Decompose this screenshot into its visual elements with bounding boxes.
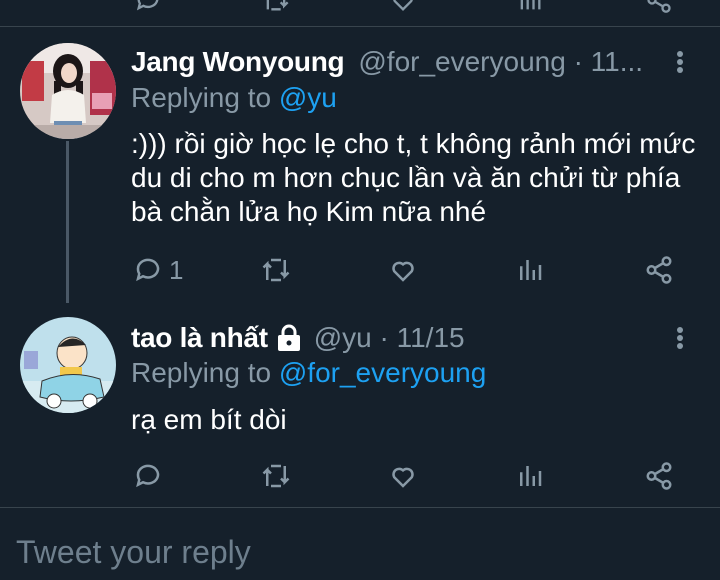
like-button[interactable] bbox=[388, 253, 418, 287]
replying-prefix: Replying to bbox=[131, 357, 279, 388]
like-button[interactable] bbox=[388, 459, 418, 493]
previous-tweet-actions bbox=[0, 0, 720, 20]
reply-button[interactable]: 1 bbox=[133, 253, 183, 287]
mention-link[interactable]: @yu bbox=[279, 82, 337, 113]
like-icon bbox=[392, 261, 414, 282]
share-button[interactable] bbox=[644, 253, 674, 287]
retweet-button[interactable] bbox=[261, 459, 291, 493]
share-icon[interactable] bbox=[645, 0, 673, 14]
display-name[interactable]: Jang Wonyoung bbox=[131, 46, 345, 78]
like-icon[interactable] bbox=[389, 0, 417, 14]
reply-button[interactable] bbox=[133, 459, 163, 493]
reply-icon bbox=[136, 258, 160, 282]
retweet-icon bbox=[262, 258, 290, 282]
handle-and-time[interactable]: @for_everyoung · 11... bbox=[358, 46, 643, 78]
tweet-1[interactable]: Jang Wonyoung @for_everyoung · 11... Rep… bbox=[0, 27, 720, 303]
analytics-button[interactable] bbox=[515, 253, 545, 287]
replying-to: Replying to @yu bbox=[131, 82, 337, 114]
reply-icon[interactable] bbox=[134, 0, 162, 14]
retweet-icon bbox=[262, 464, 290, 488]
reply-count: 1 bbox=[169, 254, 184, 285]
analytics-icon bbox=[520, 260, 542, 280]
analytics-icon bbox=[520, 466, 542, 486]
reply-icon bbox=[136, 464, 160, 488]
retweet-icon[interactable] bbox=[262, 0, 290, 14]
avatar[interactable] bbox=[20, 43, 116, 139]
thread-line bbox=[66, 141, 69, 303]
lock-icon bbox=[277, 324, 300, 351]
replying-prefix: Replying to bbox=[131, 82, 279, 113]
share-button[interactable] bbox=[644, 459, 674, 493]
share-icon bbox=[646, 462, 672, 490]
mention-link[interactable]: @for_everyoung bbox=[279, 357, 486, 388]
analytics-icon[interactable] bbox=[516, 0, 544, 14]
tweet-2[interactable]: tao là nhất @yu · 11/15 Replying to @for… bbox=[0, 303, 720, 505]
share-icon bbox=[646, 256, 672, 284]
replying-to: Replying to @for_everyoung bbox=[131, 357, 486, 389]
tweet-text: :))) rồi giờ học lẹ cho t, t không rảnh … bbox=[131, 128, 696, 227]
analytics-button[interactable] bbox=[515, 459, 545, 493]
tweet-text: rạ em bít dòi bbox=[131, 404, 287, 435]
avatar[interactable] bbox=[20, 317, 116, 413]
divider bbox=[0, 507, 720, 508]
retweet-button[interactable] bbox=[261, 253, 291, 287]
more-icon[interactable] bbox=[668, 45, 692, 79]
reply-compose-input[interactable]: Tweet your reply bbox=[16, 534, 251, 571]
tweet-header: Jang Wonyoung @for_everyoung · 11... bbox=[131, 45, 643, 79]
tweet-header: tao là nhất @yu · 11/15 bbox=[131, 321, 465, 355]
display-name[interactable]: tao là nhất bbox=[131, 322, 268, 354]
more-icon[interactable] bbox=[668, 321, 692, 355]
like-icon bbox=[392, 467, 414, 488]
handle-and-time[interactable]: @yu · 11/15 bbox=[314, 322, 465, 354]
